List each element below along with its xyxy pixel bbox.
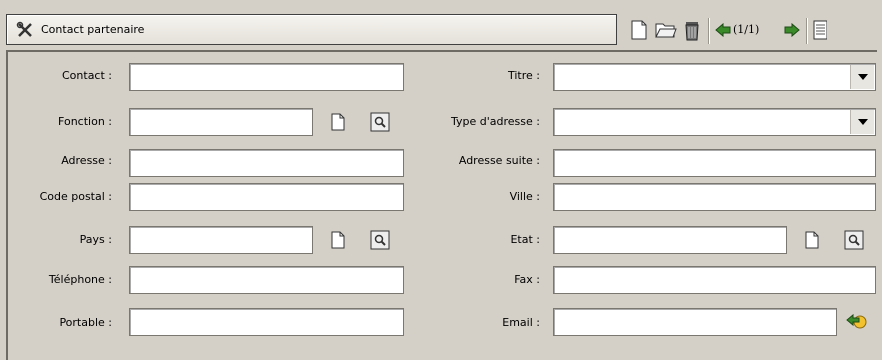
portable-field[interactable] (129, 308, 404, 336)
new-document-icon[interactable] (327, 111, 349, 133)
pays-field[interactable] (129, 226, 313, 254)
etat-field[interactable] (553, 226, 787, 254)
list-view-icon[interactable] (812, 18, 828, 42)
adresse-suite-field[interactable] (553, 149, 876, 177)
email-field[interactable] (553, 308, 837, 336)
window-header: Contact partenaire (1/1) (6, 14, 876, 48)
email-label: Email : (502, 316, 540, 329)
dropdown-arrow-icon[interactable] (850, 65, 874, 89)
etat-label: Etat : (510, 233, 540, 246)
new-document-icon[interactable] (801, 229, 823, 251)
toolbar-separator (806, 18, 807, 44)
search-icon[interactable] (369, 229, 391, 251)
open-folder-icon[interactable] (654, 18, 678, 42)
telephone-label: Téléphone : (48, 273, 112, 286)
telephone-field[interactable] (129, 266, 404, 294)
pager-text: (1/1) (733, 23, 760, 36)
next-arrow-icon[interactable] (784, 18, 800, 42)
ville-label: Ville : (509, 190, 540, 203)
code-postal-label: Code postal : (39, 190, 112, 203)
previous-arrow-icon[interactable] (715, 18, 731, 42)
new-document-icon[interactable] (327, 229, 349, 251)
fax-label: Fax : (514, 273, 540, 286)
fonction-field[interactable] (129, 108, 313, 136)
ville-field[interactable] (553, 183, 876, 211)
type-adresse-label: Type d'adresse : (451, 115, 540, 128)
pays-label: Pays : (79, 233, 112, 246)
adresse-label: Adresse : (61, 154, 112, 167)
code-postal-field[interactable] (129, 183, 404, 211)
type-adresse-select[interactable] (553, 108, 876, 136)
fax-field[interactable] (553, 266, 876, 294)
titre-label: Titre : (507, 69, 540, 82)
contact-field[interactable] (129, 63, 404, 91)
title-tab[interactable]: Contact partenaire (6, 14, 617, 45)
adresse-suite-label: Adresse suite : (458, 154, 540, 167)
search-icon[interactable] (369, 111, 391, 133)
tools-icon (15, 20, 35, 40)
contact-label: Contact : (62, 69, 112, 82)
titre-select[interactable] (553, 63, 876, 91)
send-email-icon[interactable] (845, 310, 869, 332)
dropdown-arrow-icon[interactable] (850, 110, 874, 134)
portable-label: Portable : (59, 316, 112, 329)
fonction-label: Fonction : (58, 115, 112, 128)
new-document-icon[interactable] (628, 18, 650, 42)
toolbar-separator (708, 18, 709, 44)
trash-icon[interactable] (682, 18, 702, 42)
search-icon[interactable] (843, 229, 865, 251)
window-title: Contact partenaire (41, 23, 145, 36)
adresse-field[interactable] (129, 149, 404, 177)
